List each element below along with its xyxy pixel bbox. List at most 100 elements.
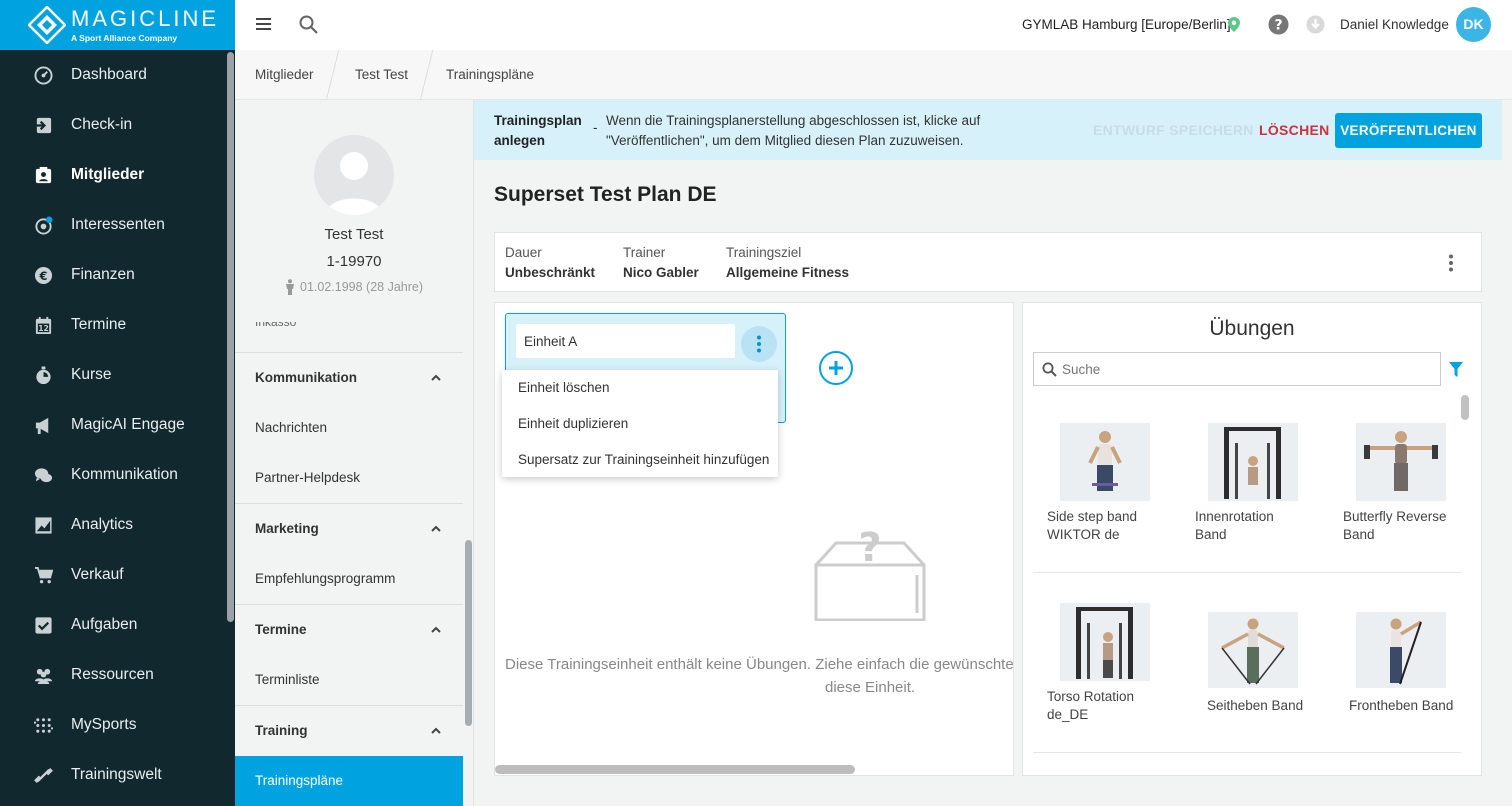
exercise-figure-icon: [1088, 431, 1122, 491]
member-sidebar-scrollbar[interactable]: [465, 540, 472, 726]
nav-label: MySports: [71, 716, 137, 733]
member-avatar: [314, 135, 394, 215]
nav-label: Analytics: [71, 516, 134, 533]
nav-item-mysports[interactable]: MySports: [0, 700, 228, 750]
exercises-title: Übungen: [1209, 317, 1295, 340]
nav-label: Termine: [71, 316, 127, 333]
exercise-label[interactable]: Side step band WIKTOR de: [1047, 508, 1137, 544]
exercise-thumbnail[interactable]: [1208, 612, 1298, 688]
member-sidebar: Test Test 1-19970 01.02.1998 (28 Jahre) …: [235, 100, 474, 806]
nav-item-magicai-engage[interactable]: MagicAI Engage: [0, 400, 228, 450]
nav-label: Aufgaben: [71, 616, 138, 633]
nav-scrollbar[interactable]: [227, 52, 234, 622]
help-icon[interactable]: ?: [1268, 14, 1289, 35]
exercise-thumbnail[interactable]: [1208, 423, 1298, 501]
breadcrumb-divider: [325, 50, 340, 100]
dumbbell-icon: [34, 768, 53, 783]
brand-tagline: A Sport Alliance Company: [71, 33, 178, 43]
brand-logo[interactable]: MAGICLINE A Sport Alliance Company: [0, 0, 235, 50]
unit-name-input[interactable]: [516, 324, 735, 358]
nav-item-tasks[interactable]: Aufgaben: [0, 600, 228, 650]
nav-item-resources[interactable]: Ressourcen: [0, 650, 228, 700]
filter-icon[interactable]: [1449, 362, 1463, 377]
exercise-label[interactable]: Seitheben Band: [1207, 697, 1303, 715]
user-avatar[interactable]: DK: [1456, 7, 1491, 42]
menu-item-delete-unit[interactable]: Einheit löschen: [518, 380, 610, 395]
banner-title: Trainingsplan anlegen: [494, 113, 582, 148]
nav-item-training-world[interactable]: Trainingswelt: [0, 750, 228, 800]
exercise-search-input[interactable]: [1062, 357, 1432, 381]
exercises-scrollbar[interactable]: [1461, 395, 1469, 420]
exercise-thumbnail[interactable]: [1060, 423, 1150, 501]
nav-item-finances[interactable]: € Finanzen: [0, 250, 228, 300]
section-communication[interactable]: Kommunikation: [235, 352, 463, 402]
nav-item-members[interactable]: Mitglieder: [0, 150, 228, 200]
nav-item-appointments[interactable]: 12 Termine: [0, 300, 228, 350]
link-referral-program[interactable]: Empfehlungsprogramm: [255, 571, 395, 586]
row-divider: [1033, 572, 1461, 573]
chevron-up-icon: [431, 626, 441, 633]
exercise-label[interactable]: Innenrotation Band: [1195, 508, 1274, 544]
nav-item-sales[interactable]: Verkauf: [0, 550, 228, 600]
empty-box-icon: ?: [814, 525, 926, 621]
breadcrumb-members[interactable]: Mitglieder: [255, 67, 314, 82]
add-unit-button[interactable]: [819, 351, 853, 385]
nav-item-prospects[interactable]: Interessenten: [0, 200, 228, 250]
section-title: Marketing: [255, 521, 319, 536]
studio-location[interactable]: GYMLAB Hamburg [Europe/Berlin]: [1022, 17, 1231, 32]
exercise-figure-icon: [1076, 607, 1133, 679]
menu-item-duplicate-unit[interactable]: Einheit duplizieren: [518, 416, 628, 431]
megaphone-icon: [35, 417, 49, 435]
exercise-label[interactable]: Butterfly Reverse Band: [1343, 508, 1447, 544]
link-appointment-list[interactable]: Terminliste: [255, 672, 320, 687]
nav-label: Ressourcen: [71, 666, 154, 683]
user-name[interactable]: Daniel Knowledge: [1340, 17, 1449, 32]
nav-item-courses[interactable]: Kurse: [0, 350, 228, 400]
cut-off-menu-item[interactable]: Inkasso: [255, 322, 296, 331]
breadcrumb-member-name[interactable]: Test Test: [355, 67, 408, 82]
download-icon[interactable]: [1306, 15, 1325, 34]
section-appointments[interactable]: Termine: [235, 604, 463, 654]
svg-text:12: 12: [38, 324, 49, 333]
exercise-label-line2: de_DE: [1047, 707, 1089, 722]
exercise-label[interactable]: Frontheben Band: [1349, 697, 1453, 715]
exercise-search[interactable]: [1033, 352, 1441, 386]
exercise-label-line1: Innenrotation: [1195, 509, 1274, 524]
euro-icon: €: [34, 266, 53, 285]
link-messages[interactable]: Nachrichten: [255, 420, 327, 435]
nav-item-analytics[interactable]: Analytics: [0, 500, 228, 550]
exercise-label[interactable]: Torso Rotation de_DE: [1047, 688, 1134, 724]
nav-item-checkin[interactable]: Check-in: [0, 100, 228, 150]
section-marketing[interactable]: Marketing: [235, 503, 463, 553]
nav-item-dashboard[interactable]: Dashboard: [0, 50, 228, 100]
nav-item-communication[interactable]: Kommunikation: [0, 450, 228, 500]
exercise-label-line1: Side step band: [1047, 509, 1138, 524]
member-birthdate: 01.02.1998 (28 Jahre): [300, 280, 424, 294]
hamburger-menu-icon[interactable]: [256, 17, 271, 31]
publish-button[interactable]: VERÖFFENTLICHEN: [1335, 113, 1482, 148]
chevron-up-icon: [431, 525, 441, 532]
exercise-figure-icon: [1221, 618, 1285, 685]
exercises-panel: Übungen Side step band WIKTOR de Innenro…: [1022, 302, 1482, 776]
checkbox-icon: [35, 617, 52, 634]
nav-label: Verkauf: [71, 566, 124, 583]
unit-options-button[interactable]: [741, 326, 777, 362]
more-vertical-icon[interactable]: [1448, 254, 1454, 272]
plan-title: Superset Test Plan DE: [494, 183, 717, 206]
exercise-thumbnail[interactable]: [1356, 423, 1446, 501]
search-icon[interactable]: [299, 15, 318, 34]
prospects-icon: [35, 216, 53, 235]
chevron-up-icon: [431, 727, 441, 734]
save-draft-button[interactable]: ENTWURF SPEICHERN: [1093, 122, 1254, 138]
link-partner-helpdesk[interactable]: Partner-Helpdesk: [255, 470, 360, 485]
link-training-plans-active[interactable]: Trainingspläne: [235, 756, 463, 806]
exercise-thumbnail[interactable]: [1356, 612, 1446, 688]
section-training[interactable]: Training: [235, 705, 463, 755]
menu-item-add-superset[interactable]: Supersatz zur Trainingseinheit hinzufüge…: [518, 452, 769, 467]
calendar-icon: 12: [35, 316, 52, 335]
exercise-thumbnail[interactable]: [1060, 603, 1150, 681]
delete-button[interactable]: LÖSCHEN: [1259, 122, 1330, 138]
nav-label: Dashboard: [71, 66, 147, 83]
brand-name: MAGICLINE: [71, 6, 220, 31]
units-horizontal-scrollbar[interactable]: [495, 765, 855, 774]
